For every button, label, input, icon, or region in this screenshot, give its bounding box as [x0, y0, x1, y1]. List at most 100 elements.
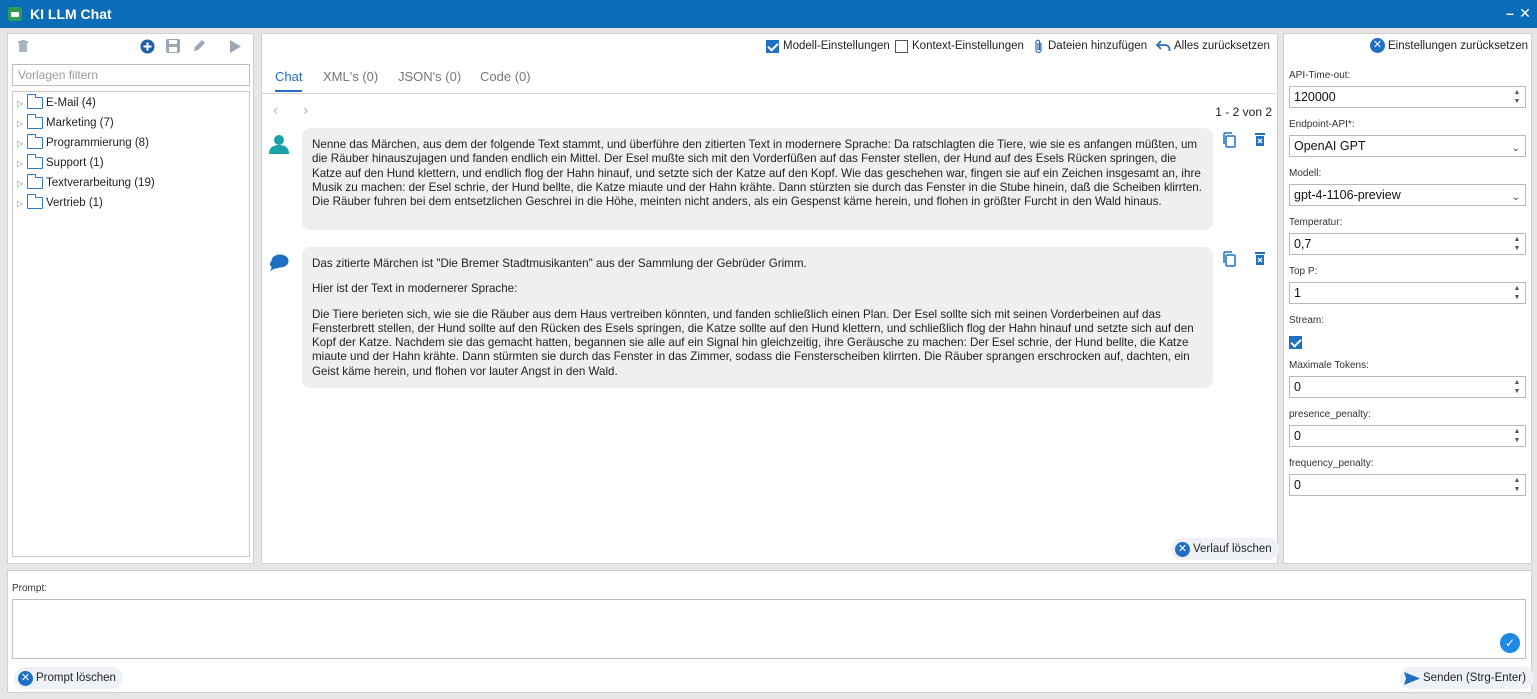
tree-folder-label: Marketing (7) [46, 117, 114, 129]
template-tree: ▷ E-Mail (4) ▷ Marketing (7) ▷ Programmi… [12, 91, 250, 557]
template-filter-input[interactable] [12, 64, 250, 86]
title-bar: KI LLM Chat – ✕ [0, 0, 1537, 28]
close-circle-icon: ✕ [18, 670, 33, 686]
user-message-text: Nenne das Märchen, aus dem der folgende … [312, 138, 1202, 209]
spinner-icon[interactable]: ▲ ▼ [1513, 235, 1521, 253]
expand-arrow-icon[interactable]: ▷ [17, 99, 27, 108]
spinner-icon[interactable]: ▲ ▼ [1513, 476, 1521, 494]
context-settings-label: Kontext-Einstellungen [912, 40, 1024, 52]
endpoint-select[interactable]: OpenAI GPT ⌄ [1289, 135, 1526, 157]
checkbox-unchecked-icon[interactable] [895, 39, 908, 53]
endpoint-label: Endpoint-API*: [1289, 119, 1355, 130]
api-timeout-input[interactable]: 120000 ▲ ▼ [1289, 86, 1526, 108]
spinner-icon[interactable]: ▲ ▼ [1513, 378, 1521, 396]
tab-chat[interactable]: Chat [275, 69, 302, 84]
run-icon[interactable] [227, 38, 243, 54]
model-select[interactable]: gpt-4-1106-preview ⌄ [1289, 184, 1526, 206]
endpoint-value: OpenAI GPT [1294, 139, 1366, 153]
tab-json[interactable]: JSON's (0) [398, 69, 461, 84]
copy-icon[interactable] [1222, 132, 1236, 148]
clear-prompt-button[interactable]: ✕ Prompt löschen [14, 667, 123, 689]
pager-info: 1 - 2 von 2 [1215, 105, 1272, 119]
clear-history-button[interactable]: ✕ Verlauf löschen [1171, 538, 1279, 560]
close-circle-icon: ✕ [1370, 38, 1385, 53]
expand-arrow-icon[interactable]: ▷ [17, 119, 27, 128]
model-label: Modell: [1289, 168, 1322, 179]
assistant-message-paragraph: Die Tiere berieten sich, wie sie die Räu… [312, 307, 1194, 378]
expand-arrow-icon[interactable]: ▷ [17, 139, 27, 148]
folder-icon [27, 174, 43, 189]
expand-arrow-icon[interactable]: ▷ [17, 159, 27, 168]
delete-message-icon[interactable] [1254, 251, 1268, 267]
tree-folder-label: E-Mail (4) [46, 97, 96, 109]
model-settings-toggle[interactable]: Modell-Einstellungen [766, 36, 890, 56]
undo-icon [1156, 40, 1171, 51]
tab-code[interactable]: Code (0) [480, 69, 531, 84]
spinner-icon[interactable]: ▲ ▼ [1513, 88, 1521, 106]
temperature-label: Temperatur: [1289, 217, 1343, 228]
tab-xml[interactable]: XML's (0) [323, 69, 378, 84]
prompt-textarea[interactable] [12, 599, 1526, 659]
tab-active-indicator [275, 90, 302, 92]
max-tokens-input[interactable]: 0 ▲ ▼ [1289, 376, 1526, 398]
expand-arrow-icon[interactable]: ▷ [17, 199, 27, 208]
chevron-down-icon[interactable]: ⌄ [1512, 139, 1520, 159]
tree-folder-label: Programmierung (8) [46, 137, 149, 149]
assistant-message-paragraph: Hier ist der Text in modernerer Sprache: [312, 282, 518, 296]
reset-settings-button[interactable]: ✕ Einstellungen zurücksetzen [1370, 38, 1528, 53]
tree-folder-textverarbeitung[interactable]: ▷ Textverarbeitung (19) [17, 174, 155, 192]
folder-icon [27, 114, 43, 129]
add-icon[interactable] [139, 38, 155, 54]
spinner-icon[interactable]: ▲ ▼ [1513, 284, 1521, 302]
frequency-penalty-label: frequency_penalty: [1289, 458, 1374, 469]
tree-folder-label: Support (1) [46, 157, 104, 169]
max-tokens-value: 0 [1294, 380, 1301, 394]
edit-icon[interactable] [191, 38, 207, 54]
minimize-button[interactable]: – [1502, 5, 1518, 21]
tree-folder-programmierung[interactable]: ▷ Programmierung (8) [17, 134, 149, 152]
expand-arrow-icon[interactable]: ▷ [17, 179, 27, 188]
chevron-left-icon[interactable]: ‹ [273, 102, 278, 120]
save-icon[interactable] [165, 38, 181, 54]
tree-folder-email[interactable]: ▷ E-Mail (4) [17, 94, 96, 112]
temperature-input[interactable]: 0,7 ▲ ▼ [1289, 233, 1526, 255]
stream-checkbox[interactable] [1289, 336, 1302, 349]
presence-penalty-label: presence_penalty: [1289, 409, 1371, 420]
assistant-message-paragraph: Das zitierte Märchen ist "Die Bremer Sta… [312, 257, 807, 270]
top-p-label: Top P: [1289, 266, 1318, 277]
context-settings-toggle[interactable]: Kontext-Einstellungen [895, 36, 1024, 56]
assistant-message: Das zitierte Märchen ist "Die Bremer Sta… [302, 247, 1213, 388]
send-label: Senden (Strg-Enter) [1423, 672, 1526, 684]
tree-folder-support[interactable]: ▷ Support (1) [17, 154, 104, 172]
api-timeout-value: 120000 [1294, 90, 1336, 104]
max-tokens-label: Maximale Tokens: [1289, 360, 1369, 371]
chevron-right-icon[interactable]: › [303, 102, 308, 120]
clear-history-label: Verlauf löschen [1193, 543, 1272, 555]
tab-bar: Chat XML's (0) JSON's (0) Code (0) [262, 63, 1277, 94]
model-value: gpt-4-1106-preview [1294, 188, 1401, 202]
check-circle-icon[interactable]: ✓ [1500, 633, 1520, 653]
copy-icon[interactable] [1222, 251, 1236, 267]
presence-penalty-input[interactable]: 0 ▲ ▼ [1289, 425, 1526, 447]
folder-icon [27, 94, 43, 109]
tree-folder-label: Textverarbeitung (19) [46, 177, 155, 189]
folder-icon [27, 194, 43, 209]
spinner-icon[interactable]: ▲ ▼ [1513, 427, 1521, 445]
clear-prompt-label: Prompt löschen [36, 672, 116, 684]
checkbox-checked-icon[interactable] [766, 39, 779, 53]
tree-folder-marketing[interactable]: ▷ Marketing (7) [17, 114, 114, 132]
tree-folder-vertrieb[interactable]: ▷ Vertrieb (1) [17, 194, 103, 212]
top-p-input[interactable]: 1 ▲ ▼ [1289, 282, 1526, 304]
delete-message-icon[interactable] [1254, 132, 1268, 148]
reset-all-button[interactable]: Alles zurücksetzen [1156, 36, 1270, 56]
user-avatar-icon [268, 133, 290, 155]
add-files-button[interactable]: Dateien hinzufügen [1034, 36, 1147, 56]
chevron-down-icon[interactable]: ⌄ [1512, 188, 1520, 208]
send-button[interactable]: Senden (Strg-Enter) [1400, 667, 1534, 689]
presence-penalty-value: 0 [1294, 429, 1301, 443]
delete-icon[interactable] [15, 38, 31, 54]
top-p-value: 1 [1294, 286, 1301, 300]
close-button[interactable]: ✕ [1517, 5, 1533, 21]
send-icon [1404, 671, 1420, 685]
frequency-penalty-input[interactable]: 0 ▲ ▼ [1289, 474, 1526, 496]
